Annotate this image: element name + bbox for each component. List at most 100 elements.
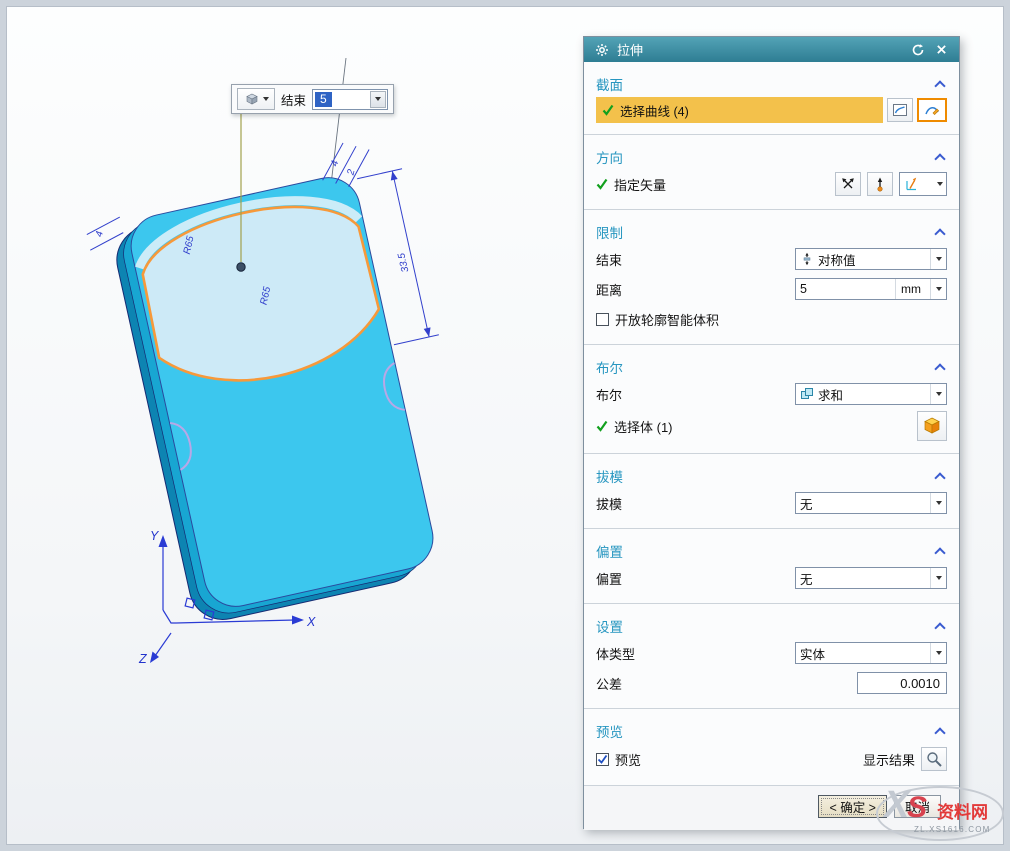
draft-label: 拔模 <box>596 494 622 513</box>
close-icon[interactable] <box>933 41 950 58</box>
chevron-up-icon[interactable] <box>934 622 945 633</box>
dropdown-arrow[interactable] <box>930 643 946 663</box>
tolerance-input[interactable] <box>857 672 947 694</box>
distance-drag-handle[interactable] <box>237 263 245 271</box>
preview-checkbox[interactable] <box>596 753 609 766</box>
green-check-icon <box>596 420 608 432</box>
preview-label: 预览 <box>615 750 641 769</box>
show-result-button[interactable] <box>921 747 947 771</box>
reset-icon[interactable] <box>909 41 926 58</box>
group-offset: 偏置 偏置 无 <box>584 529 959 604</box>
body-type-dropdown[interactable]: 实体 <box>795 642 947 664</box>
inferred-vector-button[interactable] <box>867 172 893 196</box>
dim-left-offset[interactable]: 4 <box>94 230 106 238</box>
curve-rule-icon <box>892 102 908 118</box>
chevron-up-icon[interactable] <box>934 80 945 91</box>
chevron-up-icon[interactable] <box>934 153 945 164</box>
distance-unit[interactable]: mm <box>895 279 926 299</box>
group-direction-title: 方向 <box>596 147 623 167</box>
dropdown-arrow[interactable] <box>930 493 946 513</box>
curve-rule-button[interactable] <box>887 98 913 122</box>
boolean-dropdown[interactable]: 求和 <box>795 383 947 405</box>
body-type-label: 体类型 <box>596 644 635 663</box>
draft-dropdown[interactable]: 无 <box>795 492 947 514</box>
dim-top-offset-2[interactable]: 2 <box>345 168 357 177</box>
vector-dialog-button[interactable] <box>835 172 861 196</box>
distance-field[interactable]: 5 mm <box>795 278 947 300</box>
show-result-label: 显示结果 <box>863 750 915 769</box>
extrude-dialog: 拉伸 截面 选择曲线 (4) 方向 <box>583 36 960 829</box>
group-offset-header[interactable]: 偏置 <box>596 539 947 563</box>
sketch-section-button[interactable] <box>917 98 947 122</box>
group-draft-header[interactable]: 拔模 <box>596 464 947 488</box>
magnifier-icon <box>925 750 943 768</box>
group-limits: 限制 结束 对称值 距离 5 mm 开放轮廓智能体积 <box>584 210 959 345</box>
gear-icon[interactable] <box>593 41 610 58</box>
distance-value[interactable]: 5 <box>800 282 807 296</box>
symmetric-value-icon <box>800 252 814 266</box>
draft-value: 无 <box>800 494 813 513</box>
group-boolean: 布尔 布尔 求和 选择体 (1) <box>584 345 959 454</box>
watermark-logo-x: X <box>884 786 909 824</box>
chevron-up-icon[interactable] <box>934 472 945 483</box>
group-draft: 拔模 拔模 无 <box>584 454 959 529</box>
group-boolean-header[interactable]: 布尔 <box>596 355 947 379</box>
offset-dropdown[interactable]: 无 <box>795 567 947 589</box>
dim-top-offset-4[interactable]: 4 <box>329 159 341 167</box>
group-settings-title: 设置 <box>596 616 623 636</box>
watermark-site-name: 资料网 <box>937 798 988 823</box>
tolerance-label: 公差 <box>596 674 622 693</box>
open-profile-checkbox[interactable] <box>596 313 609 326</box>
chevron-down-icon <box>375 97 381 101</box>
select-curve-label: 选择曲线 (4) <box>620 101 689 120</box>
dialog-titlebar[interactable]: 拉伸 <box>584 37 959 62</box>
specify-vector-label: 指定矢量 <box>614 175 666 194</box>
group-limits-header[interactable]: 限制 <box>596 220 947 244</box>
extrude-mini-toolbar: 结束 5 <box>231 84 394 114</box>
end-type-dropdown[interactable]: 对称值 <box>795 248 947 270</box>
mini-distance-field[interactable]: 5 <box>312 89 388 110</box>
boolean-label: 布尔 <box>596 385 622 404</box>
body-type-value: 实体 <box>800 644 825 663</box>
dropdown-arrow[interactable] <box>930 568 946 588</box>
group-settings-header[interactable]: 设置 <box>596 614 947 638</box>
mini-distance-dropdown[interactable] <box>370 91 386 108</box>
dropdown-arrow[interactable] <box>930 249 946 269</box>
group-section-title: 截面 <box>596 74 623 94</box>
group-settings: 设置 体类型 实体 公差 <box>584 604 959 709</box>
watermark-logo-s: S <box>907 793 927 823</box>
boolean-value: 求和 <box>818 385 843 404</box>
end-label: 结束 <box>596 250 622 269</box>
group-preview-header[interactable]: 预览 <box>596 719 947 743</box>
inferred-vector-icon <box>872 176 888 192</box>
mini-distance-value[interactable]: 5 <box>315 92 332 107</box>
select-body-label: 选择体 (1) <box>614 417 673 436</box>
group-draft-title: 拔模 <box>596 466 623 486</box>
dropdown-arrow[interactable] <box>930 279 946 299</box>
group-preview-title: 预览 <box>596 721 623 741</box>
watermark-site-url: ZL.XS1616.COM <box>914 825 991 834</box>
dim-section-height[interactable]: 33.5 <box>396 251 411 273</box>
extrude-cube-icon <box>244 91 260 107</box>
select-curve-row[interactable]: 选择曲线 (4) <box>596 97 883 123</box>
offset-label: 偏置 <box>596 569 622 588</box>
dropdown-arrow[interactable] <box>930 384 946 404</box>
group-direction-header[interactable]: 方向 <box>596 145 947 169</box>
mini-end-label: 结束 <box>281 90 306 109</box>
group-offset-title: 偏置 <box>596 541 623 561</box>
group-preview: 预览 预览 显示结果 <box>584 709 959 785</box>
distance-label: 距离 <box>596 280 622 299</box>
select-body-button[interactable] <box>917 411 947 441</box>
group-section-header[interactable]: 截面 <box>596 72 947 96</box>
axis-label-x: X <box>306 615 316 629</box>
vector-type-dropdown[interactable] <box>899 172 947 196</box>
chevron-up-icon[interactable] <box>934 363 945 374</box>
chevron-up-icon[interactable] <box>934 228 945 239</box>
chevron-up-icon[interactable] <box>934 727 945 738</box>
solid-body-cube-icon <box>922 416 942 436</box>
offset-value: 无 <box>800 569 813 588</box>
open-profile-label: 开放轮廓智能体积 <box>615 310 719 329</box>
limit-type-dropdown[interactable] <box>237 88 275 110</box>
chevron-up-icon[interactable] <box>934 547 945 558</box>
sketch-section-icon <box>924 102 940 118</box>
